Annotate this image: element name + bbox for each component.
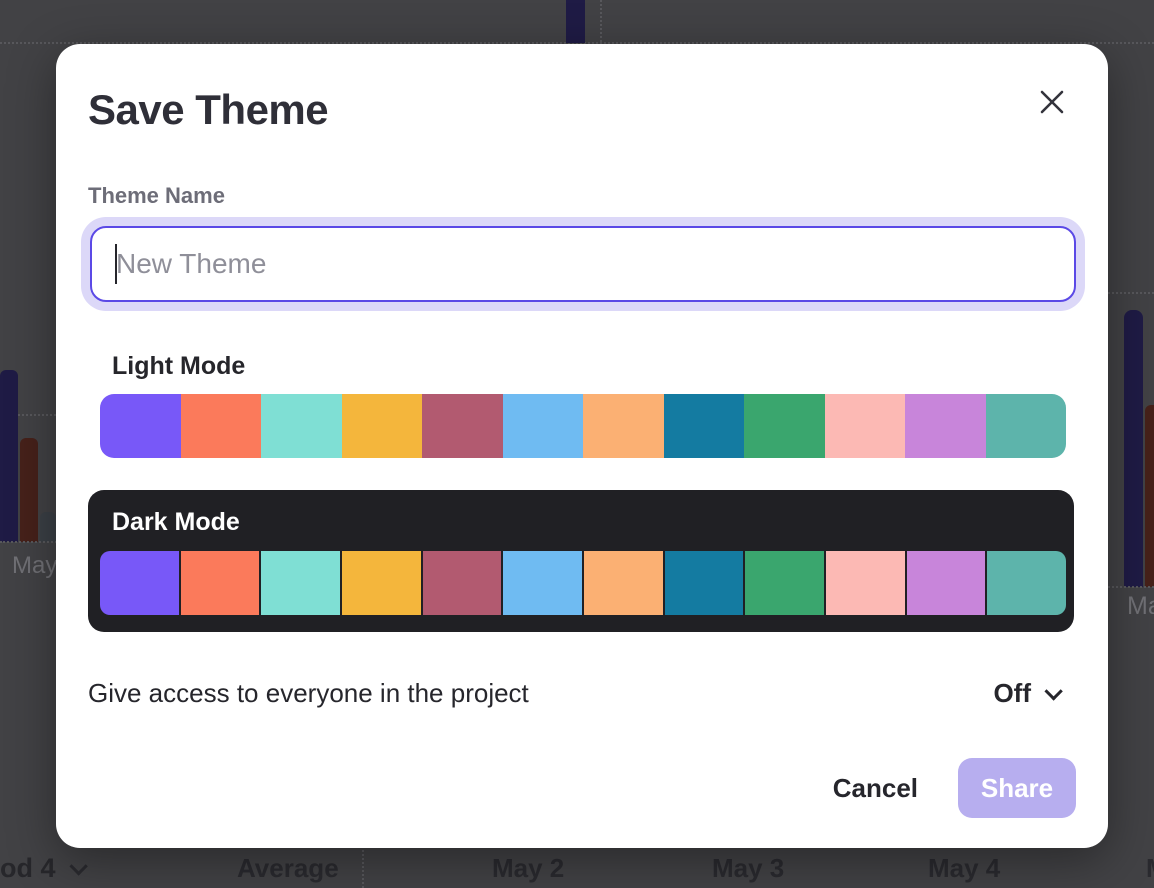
palette-swatch-2: [181, 551, 260, 615]
gridline-horizontal: [1108, 292, 1154, 294]
period-dropdown-label: od 4: [0, 853, 56, 884]
close-button[interactable]: [1036, 86, 1068, 118]
palette-swatch-12: [986, 394, 1067, 458]
access-dropdown[interactable]: Off: [993, 678, 1058, 709]
modal-actions: Cancel Share: [833, 758, 1076, 818]
column-header-day: May 4: [928, 853, 1000, 884]
palette-swatch-11: [907, 551, 986, 615]
cancel-button[interactable]: Cancel: [833, 773, 918, 804]
axis-line: [1108, 586, 1154, 588]
palette-swatch-11: [905, 394, 986, 458]
palette-swatch-1: [100, 394, 181, 458]
palette-swatch-5: [423, 551, 502, 615]
light-mode-label: Light Mode: [112, 352, 245, 381]
palette-swatch-12: [987, 551, 1066, 615]
theme-name-input-wrap: [90, 226, 1076, 302]
palette-swatch-9: [745, 551, 824, 615]
chart-bar: [1124, 310, 1143, 587]
screen: May Ma od 4 Average May 2 May 3 May 4 M …: [0, 0, 1154, 888]
palette-swatch-8: [665, 551, 744, 615]
dark-mode-palette: [100, 551, 1066, 615]
palette-swatch-3: [261, 394, 342, 458]
gridline-horizontal: [18, 414, 56, 416]
palette-swatch-6: [503, 394, 584, 458]
axis-line: [0, 541, 60, 543]
palette-swatch-7: [584, 551, 663, 615]
modal-title: Save Theme: [88, 86, 328, 134]
chart-bar: [40, 512, 56, 542]
gridline-vertical: [600, 0, 602, 42]
palette-swatch-7: [583, 394, 664, 458]
period-dropdown: od 4: [0, 853, 83, 884]
palette-swatch-10: [826, 551, 905, 615]
chart-bar: [0, 370, 18, 542]
palette-swatch-8: [664, 394, 745, 458]
close-icon: [1039, 89, 1065, 115]
chart-bar: [566, 0, 585, 43]
access-dropdown-value: Off: [993, 678, 1031, 709]
palette-swatch-2: [181, 394, 262, 458]
palette-swatch-3: [261, 551, 340, 615]
chevron-down-icon: [1044, 682, 1062, 700]
palette-swatch-1: [100, 551, 179, 615]
theme-name-label: Theme Name: [88, 183, 225, 209]
share-button[interactable]: Share: [958, 758, 1076, 818]
palette-swatch-6: [503, 551, 582, 615]
save-theme-modal: Save Theme Theme Name Light Mode Dark Mo…: [56, 44, 1108, 848]
palette-swatch-5: [422, 394, 503, 458]
chart-bar: [20, 438, 38, 542]
column-header-day: M: [1146, 853, 1154, 884]
dark-mode-label: Dark Mode: [112, 508, 240, 537]
theme-name-input[interactable]: [90, 226, 1076, 302]
column-header-day: May 3: [712, 853, 784, 884]
palette-swatch-4: [342, 551, 421, 615]
palette-swatch-10: [825, 394, 906, 458]
chart-bar: [1145, 405, 1154, 587]
column-header-average: Average: [237, 853, 339, 884]
light-mode-palette: [100, 394, 1066, 458]
access-label: Give access to everyone in the project: [88, 678, 529, 709]
x-axis-label: Ma: [1127, 592, 1154, 621]
palette-swatch-9: [744, 394, 825, 458]
access-row: Give access to everyone in the project O…: [88, 678, 1058, 709]
gridline-vertical: [362, 846, 364, 888]
chevron-down-icon: [69, 857, 87, 875]
palette-swatch-4: [342, 394, 423, 458]
text-cursor: [115, 244, 117, 284]
column-header-day: May 2: [492, 853, 564, 884]
dark-mode-card: Dark Mode: [88, 490, 1074, 632]
x-axis-label: May: [12, 552, 57, 580]
